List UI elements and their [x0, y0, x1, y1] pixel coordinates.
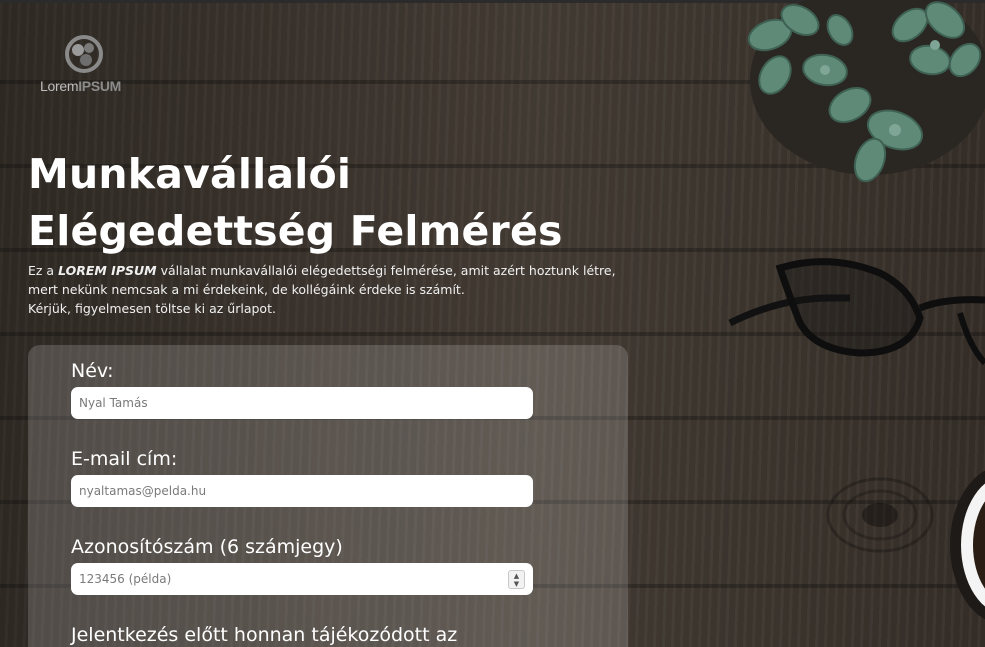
id-number-stepper[interactable]: ▲ ▼ — [508, 570, 525, 589]
intro-company-name: LOREM IPSUM — [58, 263, 157, 278]
logo-mark-icon — [65, 35, 103, 73]
succulent-plant-decoration — [747, 0, 985, 183]
name-input[interactable] — [71, 387, 533, 419]
intro-instruction: Kérjük, figyelmesen töltse ki az űrlapot… — [28, 301, 276, 316]
page-title: Munkavállalói Elégedettség Felmérés — [28, 150, 563, 255]
eyeglasses-decoration — [728, 258, 985, 366]
wood-knot-decoration — [826, 477, 934, 553]
intro-prefix: Ez a — [28, 263, 59, 278]
name-label: Név: — [71, 360, 114, 382]
email-input[interactable] — [71, 475, 533, 507]
company-logo[interactable]: LoremIPSUM — [38, 34, 138, 98]
id-number-label: Azonosítószám (6 számjegy) — [71, 536, 343, 558]
chevron-up-icon[interactable]: ▲ — [514, 572, 519, 580]
logo-wordmark: LoremIPSUM — [40, 78, 122, 94]
id-number-input[interactable] — [71, 563, 533, 595]
source-question-label: Jelentkezés előtt honnan tájékozódott az — [71, 624, 458, 646]
email-label: E-mail cím: — [71, 448, 178, 470]
chevron-down-icon[interactable]: ▼ — [514, 580, 519, 588]
coffee-cup-decoration — [950, 470, 985, 620]
page-intro: Ez a LOREM IPSUM vállalat munkavállalói … — [28, 261, 648, 318]
